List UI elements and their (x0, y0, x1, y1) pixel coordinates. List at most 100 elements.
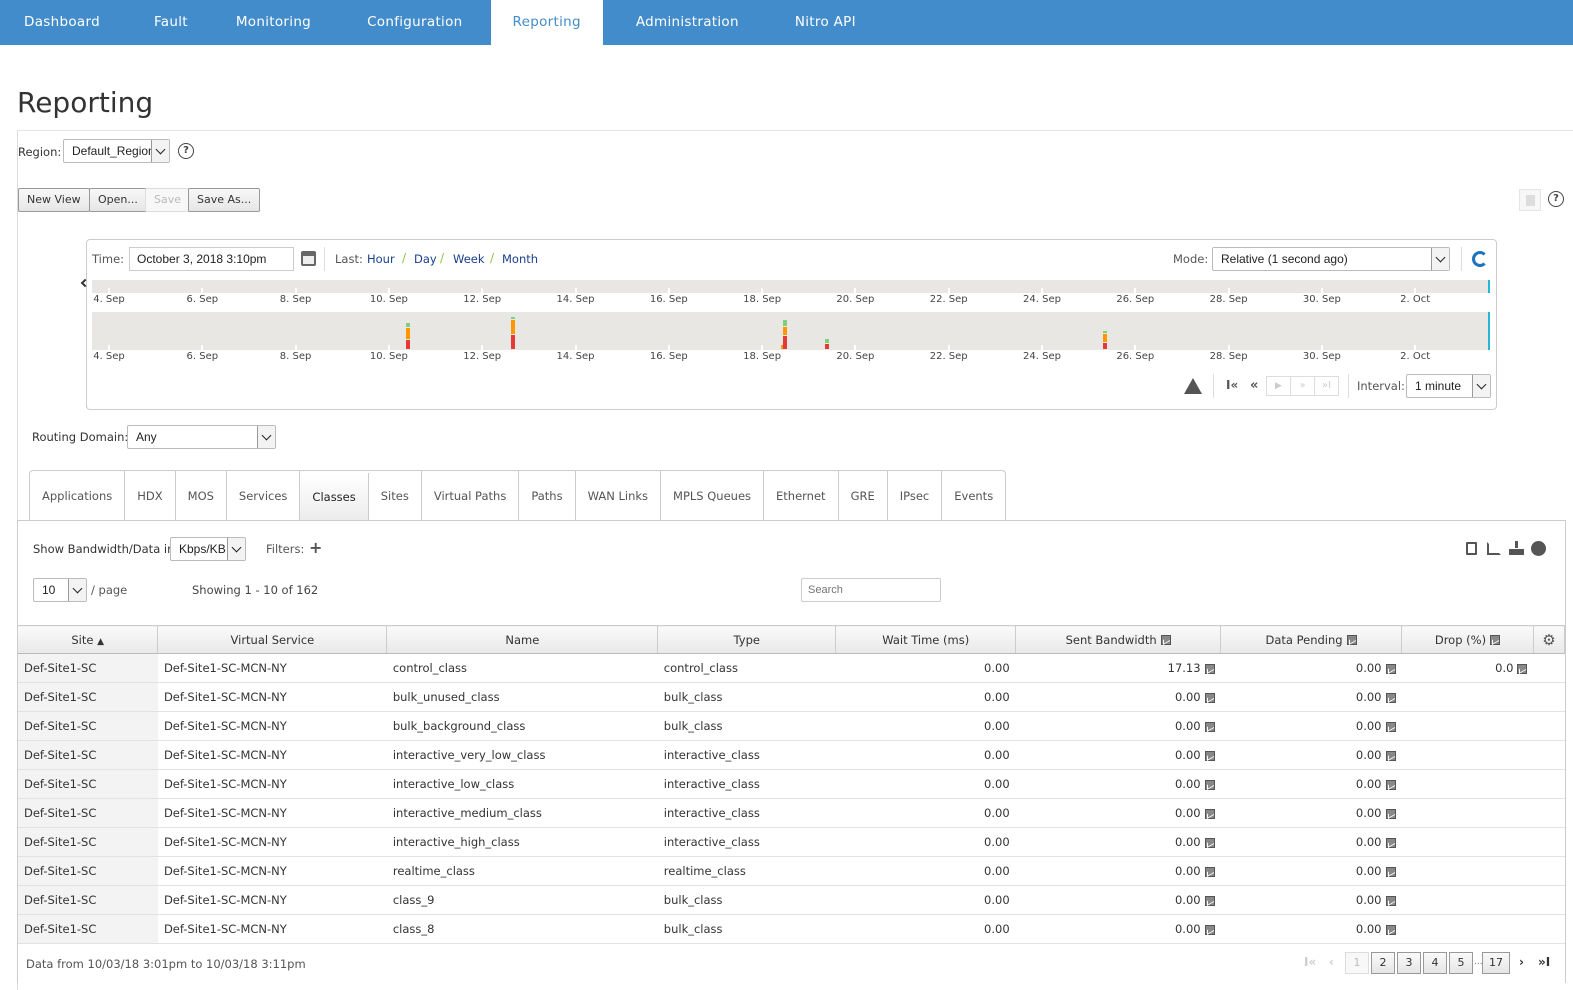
chart-icon[interactable] (1204, 866, 1215, 877)
col-sent-bandwidth[interactable]: Sent Bandwidth (1015, 625, 1222, 654)
col-name[interactable]: Name (386, 625, 659, 654)
event-bar-orange[interactable] (783, 327, 788, 335)
chart-icon[interactable] (1385, 721, 1396, 732)
table-row[interactable]: Def-Site1-SC Def-Site1-SC-MCN-NY class_9 bu… (18, 885, 1565, 915)
chart-icon[interactable] (1517, 663, 1528, 674)
chart-icon[interactable] (1204, 837, 1215, 848)
refresh-icon[interactable] (1472, 251, 1488, 267)
chart-icon[interactable] (1204, 895, 1215, 906)
last-hour-link[interactable]: Hour (367, 252, 395, 266)
col-drop[interactable]: Drop (%) (1401, 625, 1534, 654)
save-button[interactable]: Save (145, 188, 191, 212)
event-bar-orange[interactable] (1102, 334, 1107, 342)
timeline-navigator[interactable] (92, 280, 1490, 293)
skip-last-icon[interactable]: »I (1315, 377, 1338, 395)
chart-icon[interactable] (1204, 808, 1215, 819)
col-wait-time[interactable]: Wait Time (ms) (835, 625, 1017, 654)
timeline-chart[interactable] (92, 312, 1490, 350)
event-bar-red[interactable] (1102, 343, 1107, 349)
tab-events[interactable]: Events (942, 471, 1005, 521)
last-day-link[interactable]: Day (414, 252, 437, 266)
tab-wan-links[interactable]: WAN Links (576, 471, 662, 521)
table-row[interactable]: Def-Site1-SC Def-Site1-SC-MCN-NY realtime_… (18, 856, 1565, 886)
nav-fault[interactable]: Fault (124, 0, 208, 45)
page-5[interactable]: 5 (1449, 952, 1473, 974)
chart-icon[interactable] (1385, 866, 1396, 877)
last-week-link[interactable]: Week (453, 252, 485, 266)
prev-page-icon[interactable]: ‹ (1329, 955, 1334, 969)
interval-select[interactable]: 1 minute (1406, 374, 1491, 398)
table-row[interactable]: Def-Site1-SC Def-Site1-SC-MCN-NY bulk_unus… (18, 682, 1565, 712)
chart-icon[interactable] (1385, 837, 1396, 848)
share-icon[interactable] (1487, 542, 1501, 555)
help-icon-right[interactable]: ? (1548, 191, 1564, 207)
event-bar-red[interactable] (405, 340, 410, 349)
add-filter-icon[interactable]: + (309, 538, 322, 557)
chart-icon[interactable] (1385, 895, 1396, 906)
tab-hdx[interactable]: HDX (125, 471, 176, 521)
save-icon[interactable] (1466, 542, 1477, 555)
chart-icon[interactable] (1160, 635, 1171, 645)
fast-forward-icon[interactable]: » (1291, 377, 1315, 395)
table-row[interactable]: Def-Site1-SC Def-Site1-SC-MCN-NY interacti… (18, 798, 1565, 828)
col-virtual-service[interactable]: Virtual Service (157, 625, 388, 654)
first-page-icon[interactable]: I« (1304, 955, 1316, 969)
chart-icon[interactable] (1204, 750, 1215, 761)
event-bar-red[interactable] (510, 335, 515, 349)
col-site[interactable]: Site ▲ (18, 625, 159, 654)
palette-icon[interactable] (1531, 541, 1546, 556)
col-data-pending[interactable]: Data Pending (1220, 625, 1402, 654)
chart-icon[interactable] (1204, 924, 1215, 935)
open-button[interactable]: Open... (89, 188, 147, 212)
table-row[interactable]: Def-Site1-SC Def-Site1-SC-MCN-NY control_c… (18, 653, 1565, 683)
chart-icon[interactable] (1204, 721, 1215, 732)
nav-dashboard[interactable]: Dashboard (0, 0, 124, 45)
download-icon[interactable] (1509, 541, 1524, 555)
tab-mpls-queues[interactable]: MPLS Queues (661, 471, 765, 521)
nav-monitoring[interactable]: Monitoring (208, 0, 339, 45)
table-row[interactable]: Def-Site1-SC Def-Site1-SC-MCN-NY interacti… (18, 827, 1565, 857)
column-settings[interactable]: ⚙ (1533, 625, 1566, 654)
nav-administration[interactable]: Administration (603, 0, 767, 45)
chart-icon[interactable] (1346, 635, 1357, 645)
table-row[interactable]: Def-Site1-SC Def-Site1-SC-MCN-NY bulk_back… (18, 711, 1565, 741)
nav-configuration[interactable]: Configuration (339, 0, 490, 45)
page-1[interactable]: 1 (1345, 952, 1369, 974)
skip-first-icon[interactable]: I« (1226, 378, 1238, 392)
tab-ipsec[interactable]: IPsec (888, 471, 943, 521)
tab-sites[interactable]: Sites (369, 471, 422, 521)
chart-icon[interactable] (1385, 808, 1396, 819)
current-time-marker[interactable] (1488, 312, 1490, 350)
time-input[interactable]: October 3, 2018 3:10pm (129, 247, 294, 271)
chart-icon[interactable] (1204, 779, 1215, 790)
event-bar-red[interactable] (825, 344, 830, 349)
chart-icon[interactable] (1204, 663, 1215, 674)
tab-gre[interactable]: GRE (839, 471, 888, 521)
per-page-select[interactable]: 10 (33, 578, 87, 602)
last-page-icon[interactable]: »I (1538, 955, 1550, 969)
current-time-marker[interactable] (1488, 280, 1490, 293)
tab-services[interactable]: Services (227, 471, 301, 521)
routing-domain-select[interactable]: Any (127, 425, 276, 449)
table-row[interactable]: Def-Site1-SC Def-Site1-SC-MCN-NY interacti… (18, 740, 1565, 770)
save-as-button[interactable]: Save As... (188, 188, 261, 212)
gear-icon[interactable]: ⚙ (1542, 631, 1555, 649)
trash-icon[interactable] (1519, 189, 1541, 211)
search-input[interactable] (801, 578, 941, 602)
calendar-icon[interactable] (301, 251, 316, 266)
event-bar-orange[interactable] (405, 328, 410, 339)
chart-icon[interactable] (1385, 924, 1396, 935)
tab-mos[interactable]: MOS (176, 471, 227, 521)
chart-icon[interactable] (1204, 692, 1215, 703)
event-bar-green[interactable] (405, 323, 410, 327)
rewind-icon[interactable]: « (1250, 378, 1258, 393)
chart-icon[interactable] (1490, 635, 1501, 645)
col-type[interactable]: Type (657, 625, 837, 654)
tab-virtual-paths[interactable]: Virtual Paths (422, 471, 520, 521)
tab-ethernet[interactable]: Ethernet (764, 471, 839, 521)
last-month-link[interactable]: Month (502, 252, 538, 266)
warning-icon[interactable] (1184, 378, 1202, 394)
next-page-icon[interactable]: › (1519, 955, 1524, 969)
region-select[interactable]: Default_Region (63, 139, 170, 163)
event-bar-green[interactable] (510, 317, 515, 319)
